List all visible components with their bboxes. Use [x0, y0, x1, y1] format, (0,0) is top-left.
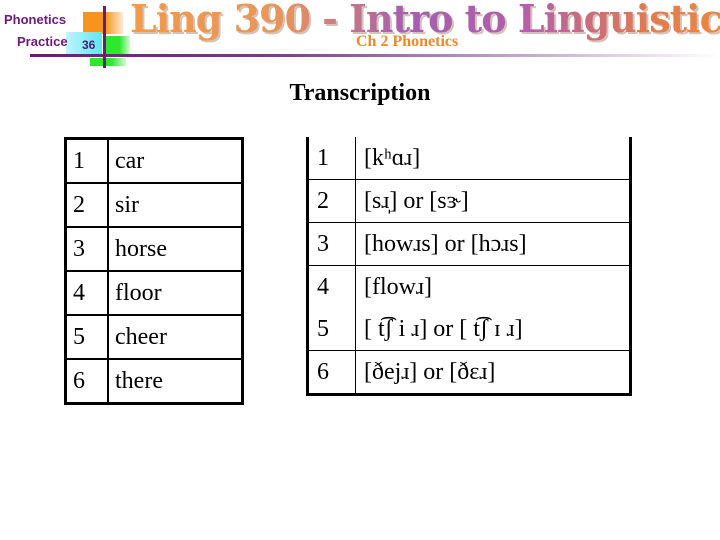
row-number: 1	[307, 137, 356, 180]
ipa-cell: [kʰɑɹ]	[355, 137, 631, 180]
table-row: 1 car	[64, 137, 244, 184]
row-number: 3	[307, 222, 356, 266]
word-cell: floor	[107, 270, 244, 316]
word-cell: cheer	[107, 314, 244, 360]
slide-heading: Transcription	[289, 80, 431, 106]
table-row: 6 there	[64, 358, 244, 405]
chapter-subtitle: Ch 2 Phonetics	[356, 33, 459, 50]
ipa-cell: [ t͡ʃ i ɹ] or [ t͡ʃ ɪ ɹ]	[355, 308, 631, 351]
row-number: 5	[64, 314, 109, 360]
table-row: 5 cheer	[64, 314, 244, 360]
word-cell: there	[107, 358, 244, 405]
transcription-table: 1 [kʰɑɹ] 2 [sɹ̩] or [sɝ] 3 [howɹs] or [hɔɹs…	[306, 137, 632, 396]
ipa-cell: [ðejɹ] or [ðɛɹ]	[355, 350, 631, 395]
row-number: 6	[64, 358, 109, 405]
table-row: 4 [flowɹ]	[308, 265, 631, 308]
row-number: 2	[64, 182, 109, 228]
words-table: 1 car 2 sir 3 horse 4 floor 5 cheer 6 there	[64, 137, 244, 405]
table-row: 5[ t͡ʃ i ɹ] or [ t͡ʃ ɪ ɹ]	[307, 308, 631, 351]
row-number: 1	[64, 137, 109, 184]
row-number: 3	[64, 226, 109, 272]
word-cell: car	[107, 137, 244, 184]
ipa-cell: [howɹs] or [hɔɹs]	[355, 222, 631, 266]
table-row: 2 [sɹ̩] or [sɝ]	[307, 179, 631, 223]
table-row: 4 floor	[64, 270, 244, 316]
decor-vertical-line	[103, 6, 106, 68]
header-divider	[30, 54, 720, 57]
table-row: 3 horse	[64, 226, 244, 272]
decor-green-square	[104, 36, 130, 54]
table-row: 2 sir	[64, 182, 244, 228]
word-cell: horse	[107, 226, 244, 272]
table-row: 1 [kʰɑɹ]	[307, 137, 631, 180]
row-number: 4	[64, 270, 109, 316]
table-row: 6 [ðejɹ] or [ðɛɹ]	[308, 350, 631, 395]
row-number: 6	[317, 358, 329, 385]
ipa-cell: [flowɹ]	[355, 265, 631, 308]
section-label-phonetics: Phonetics	[4, 12, 67, 27]
ipa-cell: [sɹ̩] or [sɝ]	[355, 179, 631, 223]
section-label-practice: Practice	[17, 34, 68, 49]
row-number: 5	[307, 308, 356, 351]
decor-green-bar	[90, 58, 126, 66]
slide-number: 36	[82, 38, 96, 52]
row-number: 2	[307, 179, 356, 223]
word-cell: sir	[107, 182, 244, 228]
row-number: 4	[317, 273, 329, 300]
table-row: 3 [howɹs] or [hɔɹs]	[307, 222, 631, 266]
